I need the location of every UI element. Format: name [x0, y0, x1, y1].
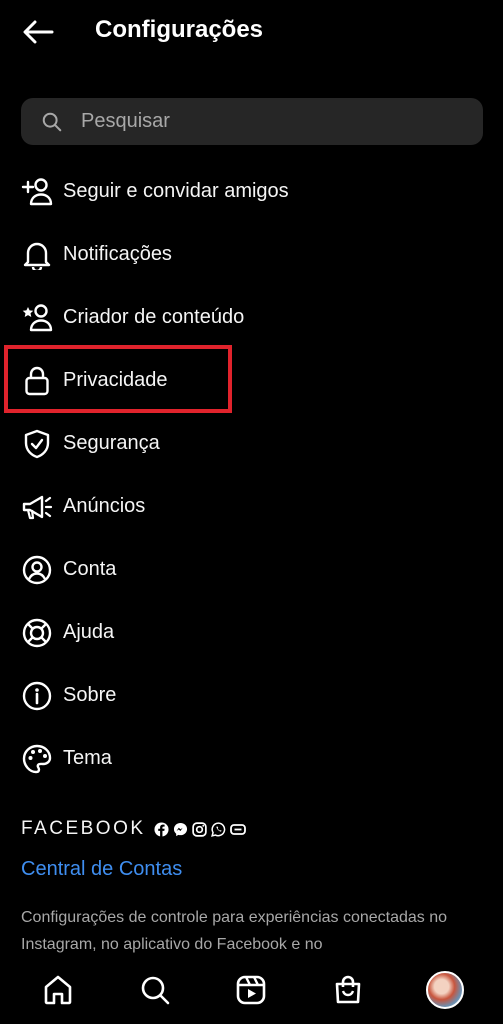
megaphone-icon — [20, 490, 54, 524]
palette-icon — [20, 742, 54, 776]
nav-profile[interactable] — [423, 968, 467, 1012]
nav-reels[interactable] — [229, 968, 273, 1012]
account-circle-icon — [20, 553, 54, 587]
settings-menu: Seguir e convidar amigos Notificações Cr… — [0, 160, 503, 790]
menu-item-ads[interactable]: Anúncios — [0, 475, 503, 538]
menu-item-help[interactable]: Ajuda — [0, 601, 503, 664]
info-icon — [20, 679, 54, 713]
add-person-icon — [20, 175, 54, 209]
meta-apps-icons — [154, 821, 246, 837]
search-input[interactable] — [81, 110, 461, 133]
portal-icon — [229, 821, 246, 837]
menu-item-label: Conta — [63, 558, 117, 580]
star-person-icon — [20, 301, 54, 335]
menu-item-label: Privacidade — [63, 369, 168, 391]
menu-item-label: Seguir e convidar amigos — [63, 180, 289, 202]
header: Configurações — [0, 0, 503, 64]
menu-item-label: Criador de conteúdo — [63, 306, 245, 328]
reels-icon — [237, 975, 266, 1004]
menu-item-label: Sobre — [63, 684, 117, 706]
menu-item-follow-invite[interactable]: Seguir e convidar amigos — [0, 160, 503, 223]
lifebuoy-icon — [20, 616, 54, 650]
bottom-nav — [0, 955, 503, 1024]
arrow-left-icon — [23, 20, 54, 44]
menu-item-notifications[interactable]: Notificações — [0, 223, 503, 286]
lock-icon — [20, 364, 54, 398]
menu-item-label: Segurança — [63, 432, 160, 454]
menu-item-theme[interactable]: Tema — [0, 727, 503, 790]
search-bar[interactable] — [21, 98, 483, 145]
search-icon — [42, 112, 62, 131]
messenger-icon — [173, 821, 189, 837]
menu-item-security[interactable]: Segurança — [0, 412, 503, 475]
facebook-brand: FACEBOOK — [21, 818, 246, 840]
menu-item-label: Ajuda — [63, 621, 115, 643]
menu-item-label: Notificações — [63, 243, 172, 265]
menu-item-content-creator[interactable]: Criador de conteúdo — [0, 286, 503, 349]
menu-item-about[interactable]: Sobre — [0, 664, 503, 727]
shopping-bag-icon — [335, 975, 361, 1003]
shield-icon — [20, 427, 54, 461]
back-button[interactable] — [18, 14, 58, 50]
menu-item-label: Anúncios — [63, 495, 146, 517]
accounts-center-link[interactable]: Central de Contas — [21, 858, 182, 881]
facebook-icon — [154, 821, 170, 837]
nav-search[interactable] — [133, 968, 177, 1012]
menu-item-account[interactable]: Conta — [0, 538, 503, 601]
page-title: Configurações — [95, 16, 264, 43]
bell-icon — [20, 238, 54, 272]
nav-home[interactable] — [36, 968, 80, 1012]
search-icon — [141, 976, 170, 1004]
menu-item-label: Tema — [63, 747, 112, 769]
menu-item-privacy[interactable]: Privacidade — [0, 349, 503, 412]
nav-shop[interactable] — [326, 968, 370, 1012]
home-icon — [44, 975, 72, 1004]
whatsapp-icon — [211, 821, 227, 837]
instagram-icon — [192, 821, 208, 837]
accounts-center-description: Configurações de controle para experiênc… — [21, 909, 448, 953]
avatar — [425, 970, 464, 1009]
facebook-wordmark: FACEBOOK — [21, 818, 146, 839]
